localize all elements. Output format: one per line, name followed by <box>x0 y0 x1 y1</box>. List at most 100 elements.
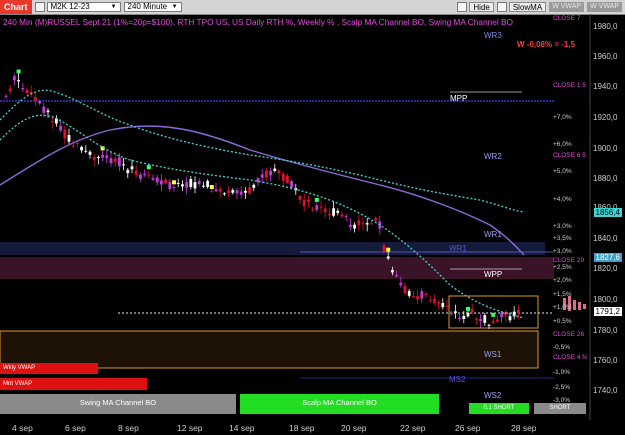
signal-marker <box>466 306 470 311</box>
mnt-vwap-button[interactable]: Mnt VWAP <box>0 378 147 390</box>
candle-body <box>391 269 394 273</box>
candle-body <box>286 175 289 183</box>
candle-body <box>210 191 214 193</box>
level-wr1b: WR1 <box>449 244 467 253</box>
candle-body <box>374 217 377 221</box>
candle-body <box>479 318 482 321</box>
candle-body <box>290 181 293 188</box>
candle-body <box>311 209 314 211</box>
pct-label: +4,0% <box>553 196 572 203</box>
candle-body <box>223 193 226 195</box>
candle-body <box>71 145 75 147</box>
candle-body <box>428 300 432 302</box>
candle-body <box>483 315 487 323</box>
candle-body <box>84 150 88 152</box>
candle-body <box>76 142 79 144</box>
candle-body <box>67 135 71 142</box>
ma-channel-lower <box>0 114 525 319</box>
candle-body <box>46 110 50 113</box>
pct-label: +3,0% <box>553 248 572 255</box>
date-tick: 28 sep <box>511 423 537 433</box>
swing-short-button[interactable]: SHORT <box>534 403 586 414</box>
candle-body <box>109 158 113 164</box>
price-tick: 1980,0 <box>593 22 618 31</box>
scalp-ma-button[interactable]: Scalp MA Channel BO <box>240 394 439 414</box>
candle-body <box>260 174 264 178</box>
level-wr1: WR1 <box>484 230 502 239</box>
candle-body <box>206 180 209 188</box>
candle-body <box>475 318 478 320</box>
close-4-label: CLOSE 4 N <box>553 354 587 361</box>
candle-body <box>277 170 281 174</box>
signal-marker <box>16 69 21 74</box>
candle-body <box>155 177 159 183</box>
candle-body <box>4 95 8 97</box>
candle-body <box>189 178 193 187</box>
candle-body <box>227 190 230 193</box>
candle-body <box>323 208 327 213</box>
date-tick: 4 sep <box>12 423 33 433</box>
candle-body <box>21 87 25 90</box>
candle-body <box>466 312 470 317</box>
candle-body <box>265 170 268 178</box>
candle-body <box>235 190 239 194</box>
scalp-short-button[interactable]: 0,1 SHORT <box>469 403 529 414</box>
signal-marker <box>146 165 151 170</box>
candle-body <box>134 170 138 175</box>
candle-body <box>63 129 67 139</box>
candle-body <box>218 188 222 192</box>
candle-body <box>470 308 474 312</box>
candle-body <box>269 170 272 176</box>
pct-label: +6,0% <box>553 141 572 148</box>
candle-body <box>365 223 369 225</box>
price-tick: 1820,0 <box>593 264 618 273</box>
candle-body <box>328 213 331 215</box>
candle-body <box>454 311 457 314</box>
candle-body <box>319 206 323 208</box>
candle-body <box>147 174 151 176</box>
swing-ma-button[interactable]: Swing MA Channel BO <box>0 394 236 414</box>
change-readout: W -0,08% = -1,5 <box>517 40 576 49</box>
candle-body <box>340 214 344 217</box>
candle-body <box>214 189 218 192</box>
candle-body <box>38 101 41 104</box>
pct-label: +2,5% <box>553 264 572 271</box>
candle-body <box>349 224 352 228</box>
candle-body <box>357 220 361 225</box>
pct-label: -0,5% <box>553 344 570 351</box>
candle-body <box>25 89 29 93</box>
candle-body <box>399 282 403 286</box>
candle-body <box>164 179 167 183</box>
candle-body <box>118 157 121 167</box>
level-ms2: MS2 <box>449 375 466 384</box>
candle-body <box>122 164 125 166</box>
candle-body <box>168 182 172 189</box>
candles-group <box>4 69 520 329</box>
candle-body <box>139 174 142 179</box>
price-tick: 1760,0 <box>593 356 618 365</box>
candle-body <box>395 275 398 277</box>
wkly-vwap-button[interactable]: Wkly VWAP <box>0 363 98 374</box>
candle-body <box>13 76 16 81</box>
close-1-label: CLOSE 1 5 <box>553 82 586 89</box>
candle-body <box>517 309 520 314</box>
date-tick: 26 sep <box>455 423 481 433</box>
profile-bar <box>578 302 581 310</box>
candle-body <box>370 223 373 225</box>
candle-body <box>353 224 356 229</box>
price-tick: 1800,0 <box>593 295 618 304</box>
close-6-label: CLOSE 6 5 <box>553 152 586 159</box>
candle-body <box>382 245 386 252</box>
candle-body <box>172 186 176 188</box>
candle-body <box>424 293 428 295</box>
signal-marker <box>314 197 319 202</box>
pct-label: +0,5% <box>553 318 572 325</box>
candle-body <box>407 290 411 296</box>
price-tick: 1780,0 <box>593 326 618 335</box>
candle-body <box>59 125 62 131</box>
candle-body <box>193 182 197 189</box>
pct-label: -1,0% <box>553 369 570 376</box>
pct-label: +2,0% <box>553 277 572 284</box>
candle-body <box>126 169 130 174</box>
level-wpp: WPP <box>484 270 503 279</box>
